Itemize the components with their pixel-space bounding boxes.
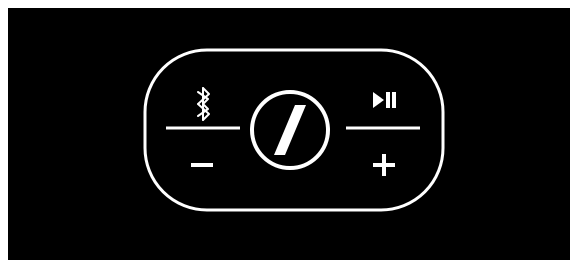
power-slash-icon[interactable] (250, 90, 330, 170)
minus-icon[interactable] (191, 163, 213, 167)
panel-background (8, 8, 570, 260)
plus-icon[interactable] (373, 154, 395, 176)
play-pause-icon[interactable] (373, 92, 396, 108)
remote-control-illustration (143, 48, 445, 212)
bluetooth-icon[interactable] (197, 87, 210, 121)
